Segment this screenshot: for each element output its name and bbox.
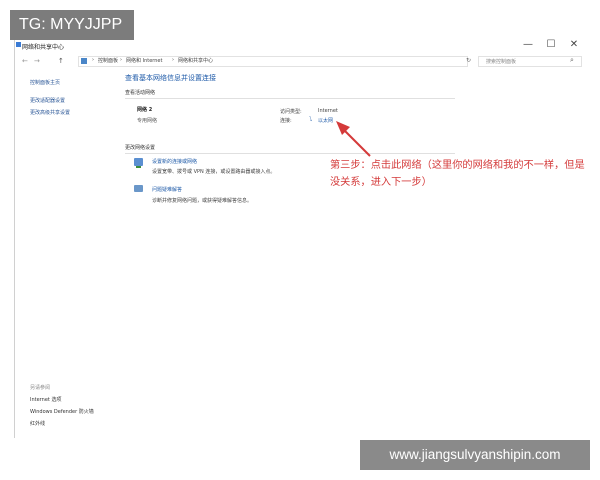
network-name: 网络 2: [137, 107, 153, 113]
troubleshoot-icon: [134, 185, 143, 192]
breadcrumb-sharing-center[interactable]: 网络和共享中心: [178, 57, 213, 64]
new-connection-icon: [134, 158, 143, 166]
maximize-button[interactable]: ☐: [541, 39, 561, 50]
section-divider: [125, 98, 455, 99]
crumb-separator-3: ›: [172, 57, 174, 63]
network-type: 专用网络: [137, 118, 158, 124]
breadcrumb-network-internet[interactable]: 网络和 Internet: [126, 57, 162, 64]
tg-badge: TG: MYYJJPP: [10, 10, 134, 40]
access-type-value: Internet: [318, 108, 338, 114]
ethernet-icon: ⭝: [309, 116, 313, 123]
connection-label: 连接:: [280, 118, 292, 124]
control-panel-icon: [81, 58, 87, 64]
see-also-title: 另请参阅: [30, 385, 51, 391]
forward-button[interactable]: →: [34, 57, 40, 65]
window-icon: [16, 42, 21, 47]
active-networks-label: 查看活动网络: [125, 90, 156, 96]
sidebar-item-home[interactable]: 控制面板主页: [30, 79, 60, 86]
setup-connection-desc: 设置宽带、拨号或 VPN 连接，或设置路由器或接入点。: [152, 169, 276, 175]
close-button[interactable]: ✕: [564, 39, 584, 50]
minimize-button[interactable]: —: [518, 39, 538, 50]
new-connection-icon-base: [136, 166, 141, 168]
sidebar-item-advanced-sharing[interactable]: 更改高级共享设置: [30, 109, 70, 116]
access-type-label: 访问类型:: [280, 109, 302, 115]
window-title: 网络和共享中心: [22, 44, 65, 51]
setup-connection-link[interactable]: 设置新的连接或网络: [152, 158, 197, 165]
troubleshoot-desc: 诊断并修复网络问题，或获得疑难解答信息。: [152, 198, 253, 204]
crumb-separator-1: ›: [92, 57, 94, 63]
see-also-infrared[interactable]: 红外线: [30, 420, 45, 427]
troubleshoot-link[interactable]: 问题疑难解答: [152, 186, 182, 193]
see-also-firewall[interactable]: Windows Defender 防火墙: [30, 408, 94, 415]
watermark: www.jiangsulvyanshipin.com: [360, 440, 590, 470]
page-title: 查看基本网络信息并设置连接: [125, 74, 216, 82]
section-divider-2: [125, 153, 455, 154]
sidebar-item-adapter-settings[interactable]: 更改适配器设置: [30, 97, 65, 104]
refresh-icon[interactable]: ↻: [466, 57, 471, 64]
search-placeholder: 搜索控制面板: [486, 59, 517, 65]
see-also-internet-options[interactable]: Internet 选项: [30, 396, 61, 403]
search-icon[interactable]: ⌕: [570, 56, 574, 65]
breadcrumb-control-panel[interactable]: 控制面板: [98, 57, 118, 64]
red-arrow-icon: [336, 121, 371, 157]
up-button[interactable]: ↑: [58, 57, 64, 65]
annotation-note: 第三步：点击此网络（这里你的网络和我的不一样，但是没关系，进入下一步）: [330, 160, 585, 188]
crumb-separator-2: ›: [120, 57, 122, 63]
change-settings-label: 更改网络设置: [125, 145, 156, 151]
back-button[interactable]: ←: [22, 57, 28, 65]
